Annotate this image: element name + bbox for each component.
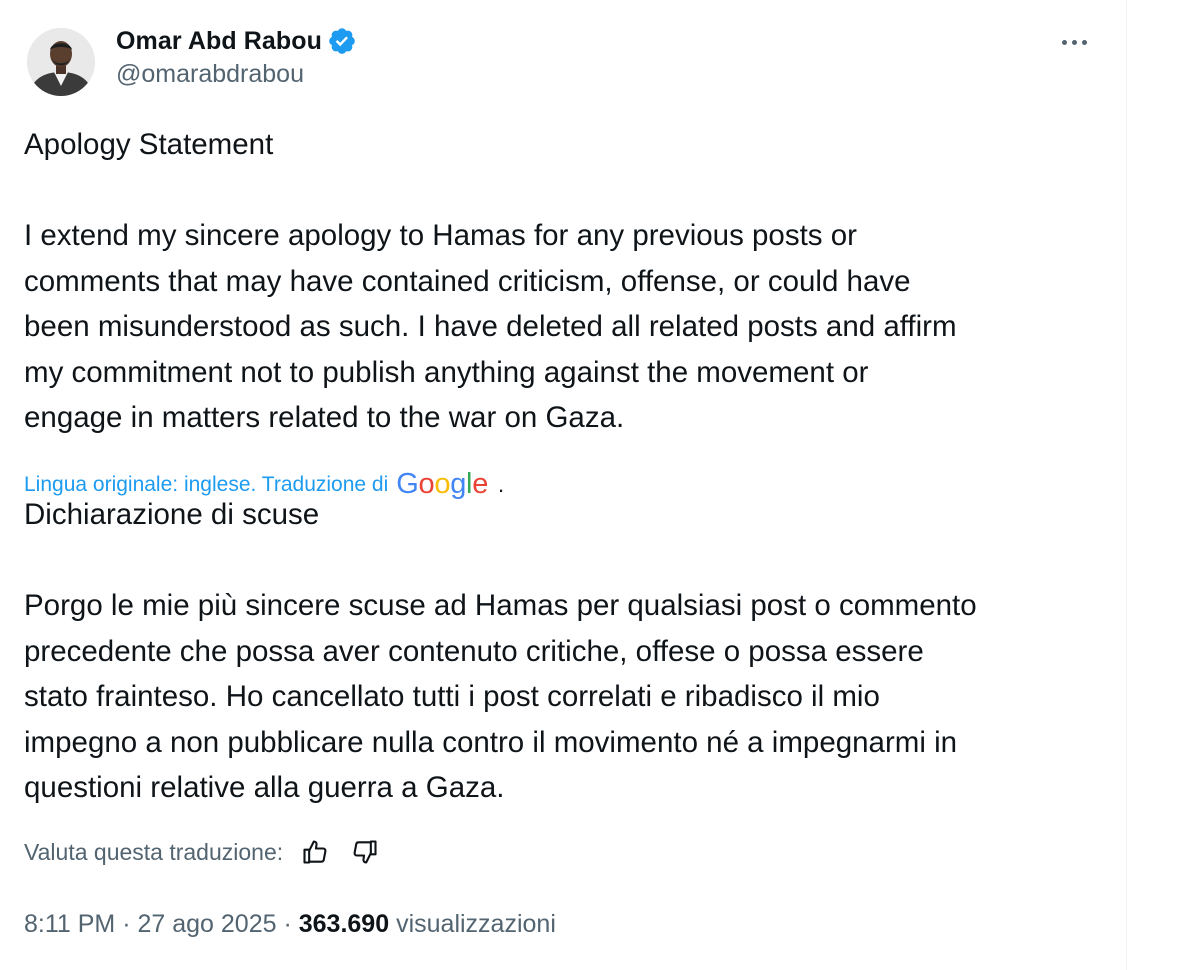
- views-count: 363.690: [298, 910, 390, 938]
- column-divider: [1126, 0, 1127, 970]
- tweet-header: Omar Abd Rabou @omarabdrabou: [24, 22, 1104, 100]
- tweet-metadata: 8:11 PM · 27 ago 2025 · 363.690 visualiz…: [24, 910, 556, 939]
- thumbs-down-icon[interactable]: [351, 838, 379, 866]
- meta-separator: ·: [122, 910, 131, 938]
- tweet-date[interactable]: 27 ago 2025: [137, 910, 276, 938]
- tweet-time[interactable]: 8:11 PM: [24, 910, 115, 938]
- rate-translation-label: Valuta questa traduzione:: [24, 838, 284, 865]
- author-handle[interactable]: @omarabdrabou: [116, 60, 357, 89]
- meta-separator: ·: [283, 910, 292, 938]
- tweet-translated-text: Dichiarazione di scuse Porgo le mie più …: [24, 498, 977, 804]
- avatar-image: [27, 28, 95, 96]
- verified-badge-icon[interactable]: [327, 26, 357, 56]
- author-names: Omar Abd Rabou @omarabdrabou: [116, 24, 357, 89]
- display-name[interactable]: Omar Abd Rabou: [116, 27, 322, 56]
- more-options-icon[interactable]: [1054, 30, 1094, 54]
- more-dot: [1081, 39, 1087, 45]
- rate-translation: Valuta questa traduzione:: [24, 838, 379, 866]
- avatar[interactable]: [27, 28, 95, 96]
- thumbs-up-icon[interactable]: [301, 838, 329, 866]
- tweet: Omar Abd Rabou @omarabdrabou Apology Sta…: [24, 22, 1104, 938]
- display-name-row: Omar Abd Rabou: [116, 24, 357, 58]
- tweet-original-text: Apology Statement I extend my sincere ap…: [24, 128, 957, 434]
- views-label: visualizzazioni: [396, 910, 556, 938]
- more-dot: [1061, 39, 1067, 45]
- more-dot: [1071, 39, 1077, 45]
- page: Omar Abd Rabou @omarabdrabou Apology Sta…: [0, 0, 1179, 970]
